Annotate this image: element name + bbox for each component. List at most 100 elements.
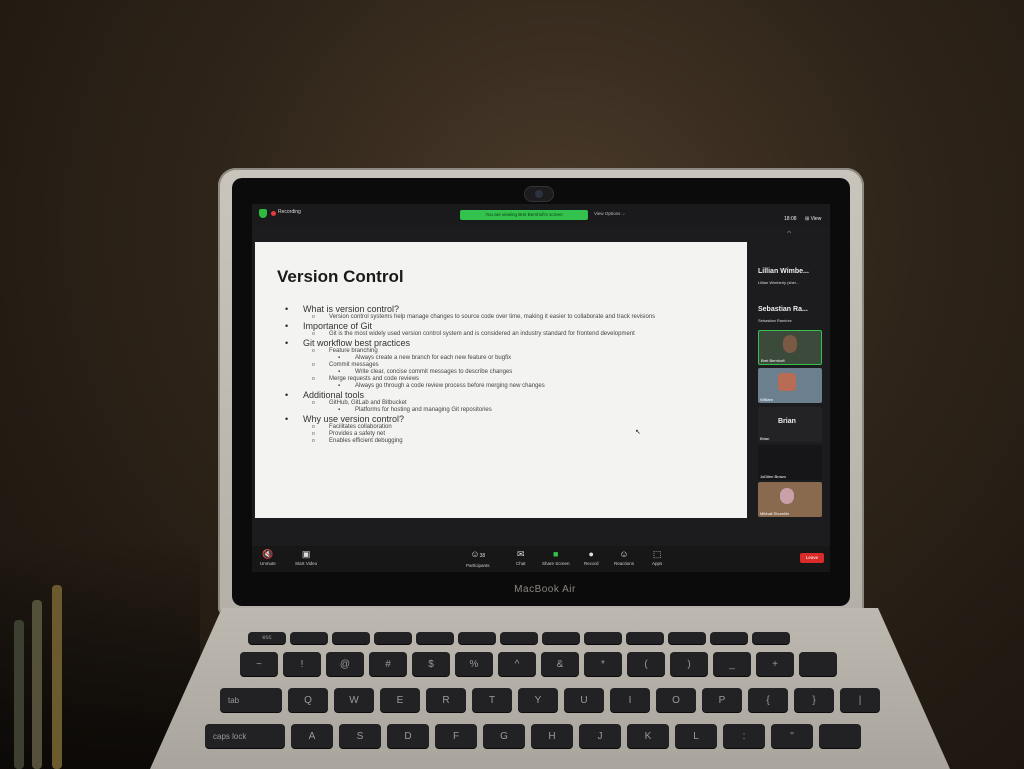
keyboard-key[interactable]: Y <box>518 688 558 712</box>
start-video-label: Start Video <box>295 561 318 566</box>
view-button[interactable]: ⊞ View <box>805 216 821 222</box>
keyboard-key[interactable]: : <box>723 724 765 748</box>
keyboard-key[interactable]: ( <box>627 652 665 676</box>
reactions-label: Reactions <box>614 561 635 566</box>
keyboard-key[interactable] <box>626 632 664 644</box>
keyboard-key[interactable]: ^ <box>498 652 536 676</box>
keyboard-key[interactable]: P <box>702 688 742 712</box>
leave-button[interactable]: Leave <box>800 553 824 563</box>
apps-label: Apps <box>652 561 663 566</box>
keyboard-key[interactable] <box>584 632 622 644</box>
keyboard-key[interactable]: T <box>472 688 512 712</box>
keyboard-key[interactable]: F <box>435 724 477 748</box>
keyboard-key[interactable] <box>332 632 370 644</box>
keyboard-key[interactable]: } <box>794 688 834 712</box>
participant-tile-jodilen[interactable]: JoDilen Brown <box>758 445 822 480</box>
recording-label: Recording <box>278 209 301 215</box>
unmute-button[interactable]: 🔇 Unmute <box>260 549 276 567</box>
unmute-label: Unmute <box>260 561 276 566</box>
participants-button[interactable]: ☺38 Participants <box>466 549 490 569</box>
video-off-icon: ▣ <box>301 549 311 559</box>
shared-slide: Version Control What is version control?… <box>255 242 747 518</box>
keyboard-key[interactable] <box>799 652 837 676</box>
keyboard-key[interactable]: ) <box>670 652 708 676</box>
chevron-up-icon[interactable]: ⌃ <box>785 230 793 241</box>
participant-subname: Sebastian Ramirez <box>758 318 792 323</box>
keyboard-key[interactable] <box>416 632 454 644</box>
keyboard-key[interactable]: A <box>291 724 333 748</box>
keyboard-key[interactable]: @ <box>326 652 364 676</box>
keyboard-key[interactable]: caps lock <box>205 724 285 748</box>
zoom-topbar: Recording You are viewing Bret Bernhoft'… <box>252 204 830 226</box>
keyboard-key[interactable]: ~ <box>240 652 278 676</box>
participant-video-william[interactable]: William <box>758 368 822 403</box>
participant-tile-sebastian[interactable]: Sebastian Ra... Sebastian Ramirez <box>758 306 822 323</box>
share-screen-button[interactable]: ■ Share Screen <box>542 549 570 567</box>
keyboard-key[interactable]: { <box>748 688 788 712</box>
pencil-cup-item <box>52 585 62 769</box>
keyboard-key[interactable]: # <box>369 652 407 676</box>
keyboard-key[interactable]: G <box>483 724 525 748</box>
keyboard-key[interactable]: E <box>380 688 420 712</box>
participant-label: Brian <box>760 436 770 441</box>
keyboard-key[interactable]: D <box>387 724 429 748</box>
view-options-button[interactable]: View Options ⌵ <box>594 211 625 216</box>
keyboard-key[interactable] <box>752 632 790 644</box>
keyboard-key[interactable]: " <box>771 724 813 748</box>
slide-bullet: Why use version control? <box>285 414 735 424</box>
participant-strip: ⌃ Lillian Wimbe... Lillian Wimberly (she… <box>752 226 830 561</box>
participant-subname: Lillian Wimberly (she/... <box>758 280 800 285</box>
meeting-clock: 18:08 <box>784 216 797 222</box>
keyboard-key[interactable] <box>500 632 538 644</box>
chat-button[interactable]: ✉ Chat <box>516 549 526 567</box>
keyboard-key[interactable]: % <box>455 652 493 676</box>
keyboard-key[interactable]: K <box>627 724 669 748</box>
participant-video-mikhail[interactable]: Mikhail Shumilin <box>758 482 822 517</box>
participant-tile-brian[interactable]: Brian Brian <box>758 407 822 442</box>
keyboard-key[interactable]: L <box>675 724 717 748</box>
chat-icon: ✉ <box>516 549 525 559</box>
record-button[interactable]: ● Record <box>584 549 599 567</box>
keyboard-key[interactable]: Q <box>288 688 328 712</box>
keyboard-key[interactable] <box>710 632 748 644</box>
mouse-cursor-icon: ↖ <box>635 429 641 436</box>
keyboard-key[interactable]: esc <box>248 632 286 644</box>
slide-sub-bullet: Git is the most widely used version cont… <box>285 331 735 338</box>
share-screen-label: Share Screen <box>542 561 570 566</box>
keyboard-key[interactable]: I <box>610 688 650 712</box>
participant-video-bret[interactable]: Bret Bernhoft <box>758 330 822 365</box>
keyboard-key[interactable]: ! <box>283 652 321 676</box>
laptop-brand: MacBook Air <box>514 584 576 595</box>
zoom-window: Recording You are viewing Bret Bernhoft'… <box>252 204 830 572</box>
keyboard-key[interactable] <box>542 632 580 644</box>
keyboard-key[interactable]: W <box>334 688 374 712</box>
slide-sub-bullet: Enables efficient debugging <box>285 438 735 445</box>
keyboard-key[interactable]: $ <box>412 652 450 676</box>
keyboard-key[interactable]: tab <box>220 688 282 712</box>
keyboard-key[interactable] <box>819 724 861 748</box>
keyboard-key[interactable]: * <box>584 652 622 676</box>
keyboard-key[interactable]: R <box>426 688 466 712</box>
keyboard-key[interactable]: S <box>339 724 381 748</box>
keyboard-key[interactable] <box>458 632 496 644</box>
participant-tile-lillian[interactable]: Lillian Wimbe... Lillian Wimberly (she/.… <box>758 268 822 285</box>
keyboard: esc ~! @ # $% ^ & *() _ + tab Q W E R T Y U I O P{} | caps loc… <box>200 632 920 769</box>
keyboard-key[interactable]: O <box>656 688 696 712</box>
keyboard-key[interactable]: + <box>756 652 794 676</box>
start-video-button[interactable]: ▣ Start Video <box>295 549 317 567</box>
apps-button[interactable]: ⬚ Apps <box>652 549 662 567</box>
keyboard-key[interactable] <box>374 632 412 644</box>
keyboard-key[interactable] <box>290 632 328 644</box>
keyboard-key[interactable]: U <box>564 688 604 712</box>
keyboard-key[interactable]: | <box>840 688 880 712</box>
reactions-icon: ☺ <box>619 549 629 559</box>
keyboard-key[interactable]: J <box>579 724 621 748</box>
keyboard-key[interactable]: H <box>531 724 573 748</box>
keyboard-key[interactable]: & <box>541 652 579 676</box>
reactions-button[interactable]: ☺ Reactions <box>614 549 634 567</box>
keyboard-key[interactable]: _ <box>713 652 751 676</box>
participants-count: 38 <box>479 553 486 559</box>
keyboard-key[interactable] <box>668 632 706 644</box>
slide-sub-bullet: Provides a safety net <box>285 431 735 438</box>
slide-sub-sub-bullet: Write clear, concise commit messages to … <box>285 369 735 376</box>
